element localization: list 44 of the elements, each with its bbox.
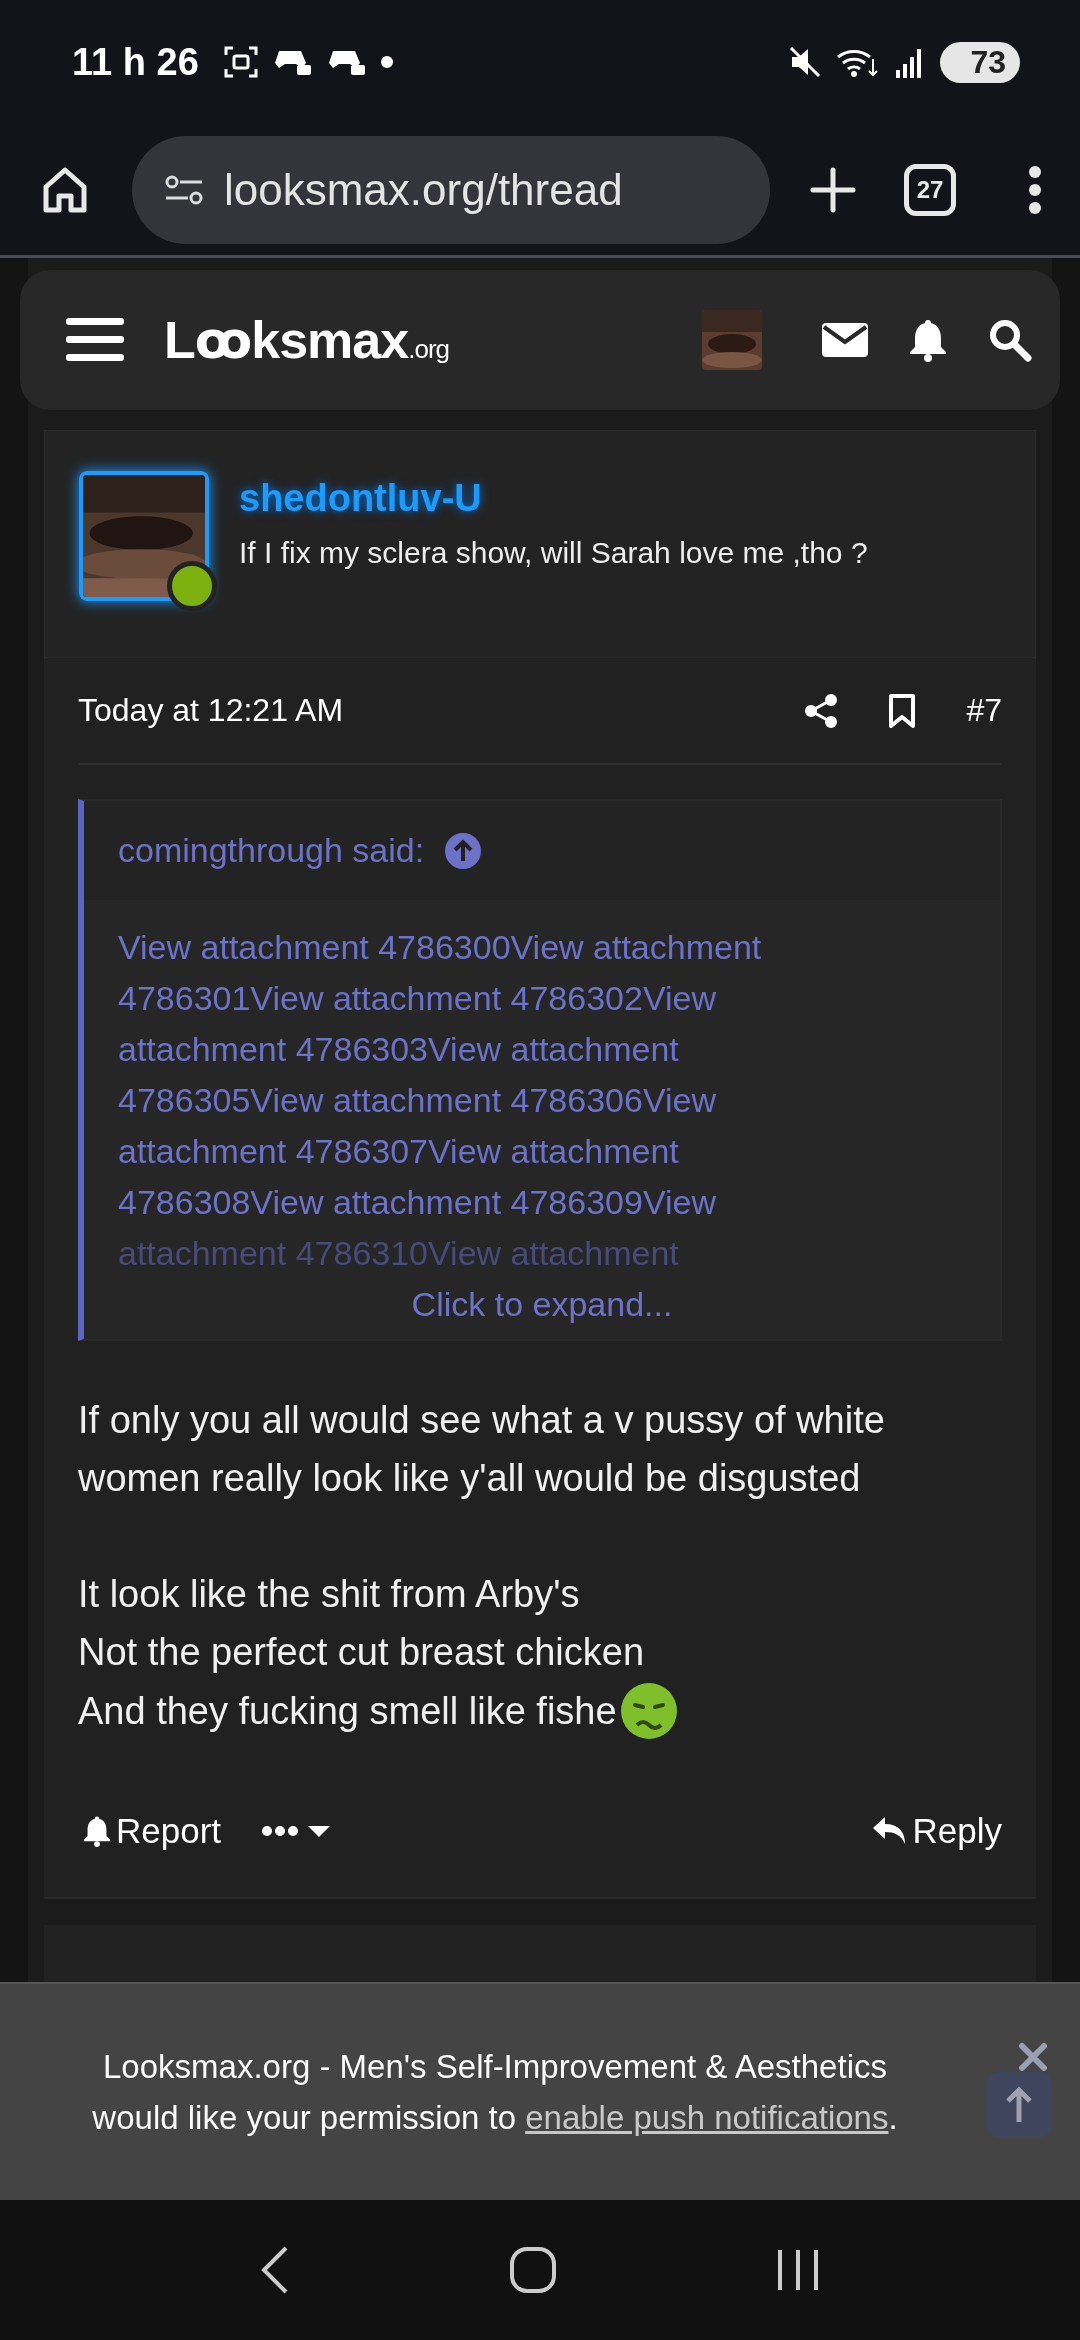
recent-apps-icon[interactable] xyxy=(776,2248,821,2292)
mail-icon[interactable] xyxy=(822,323,868,357)
bell-icon[interactable] xyxy=(908,318,948,362)
notification-text: Looksmax.org - Men's Self-Improvement & Aesthetics would like your permission to enable push notifications. xyxy=(91,2047,899,2138)
author-title: If I fix my sclera show, will Sarah love me ,tho ? xyxy=(239,536,868,570)
attachment-link[interactable]: 4786301View attachment 4786302View xyxy=(118,973,966,1024)
more-options-icon[interactable] xyxy=(1028,164,1042,215)
expand-link[interactable]: Click to expand... xyxy=(411,1279,673,1329)
home-button-icon[interactable] xyxy=(509,2246,557,2294)
address-bar[interactable]: looksmax.org/thread xyxy=(132,135,770,244)
bell-icon xyxy=(82,1815,112,1847)
attachment-link[interactable]: attachment 4786307View attachment xyxy=(118,1126,966,1177)
attachment-link[interactable]: 4786308View attachment 4786309View xyxy=(118,1177,966,1228)
screenshot-icon xyxy=(222,45,259,79)
sick-emoji-icon xyxy=(618,1681,679,1741)
share-icon[interactable] xyxy=(804,692,839,729)
bookmark-icon[interactable] xyxy=(888,692,917,729)
mute-icon xyxy=(788,45,823,79)
attachment-link[interactable]: attachment 4786303View attachment xyxy=(118,1024,966,1075)
status-time: 11 h 26 xyxy=(72,40,199,84)
site-logo[interactable]: Lꝏksmax.org xyxy=(164,310,662,370)
post-text: If only you all would see what a v pussy of white women really look like y'all would be disgusted xyxy=(78,1398,886,1501)
notification-dot-icon xyxy=(380,56,393,68)
enable-notifications-link[interactable]: enable push notifications xyxy=(525,2099,889,2136)
arrow-up-icon[interactable] xyxy=(444,831,483,870)
tab-switcher-button[interactable]: 27 xyxy=(904,163,956,216)
post-date[interactable]: Today at 12:21 AM xyxy=(78,692,755,729)
close-icon[interactable] xyxy=(1018,2042,1048,2072)
post-text: And they fucking smell like fishe xyxy=(78,1689,617,1734)
post-number[interactable]: #7 xyxy=(966,692,1002,729)
reply-button[interactable]: Reply xyxy=(870,1811,1002,1851)
battery-indicator: 73 xyxy=(940,41,1020,83)
attachment-link[interactable]: View attachment 4786300View attachment xyxy=(118,922,966,973)
attachment-link[interactable]: 4786305View attachment 4786306View xyxy=(118,1075,966,1126)
author-name[interactable]: shedontluv-U xyxy=(239,477,868,520)
scroll-top-button[interactable] xyxy=(986,2072,1052,2138)
quote-author[interactable]: comingthrough said: xyxy=(118,831,425,870)
post-text: Not the perfect cut breast chicken xyxy=(78,1630,646,1675)
menu-icon[interactable] xyxy=(66,316,124,364)
post-text: It look like the shit from Arby's xyxy=(78,1572,581,1617)
new-tab-icon[interactable] xyxy=(810,166,856,213)
back-icon[interactable] xyxy=(259,2245,290,2295)
report-button[interactable]: Report xyxy=(82,1811,222,1851)
search-icon[interactable] xyxy=(988,318,1032,362)
